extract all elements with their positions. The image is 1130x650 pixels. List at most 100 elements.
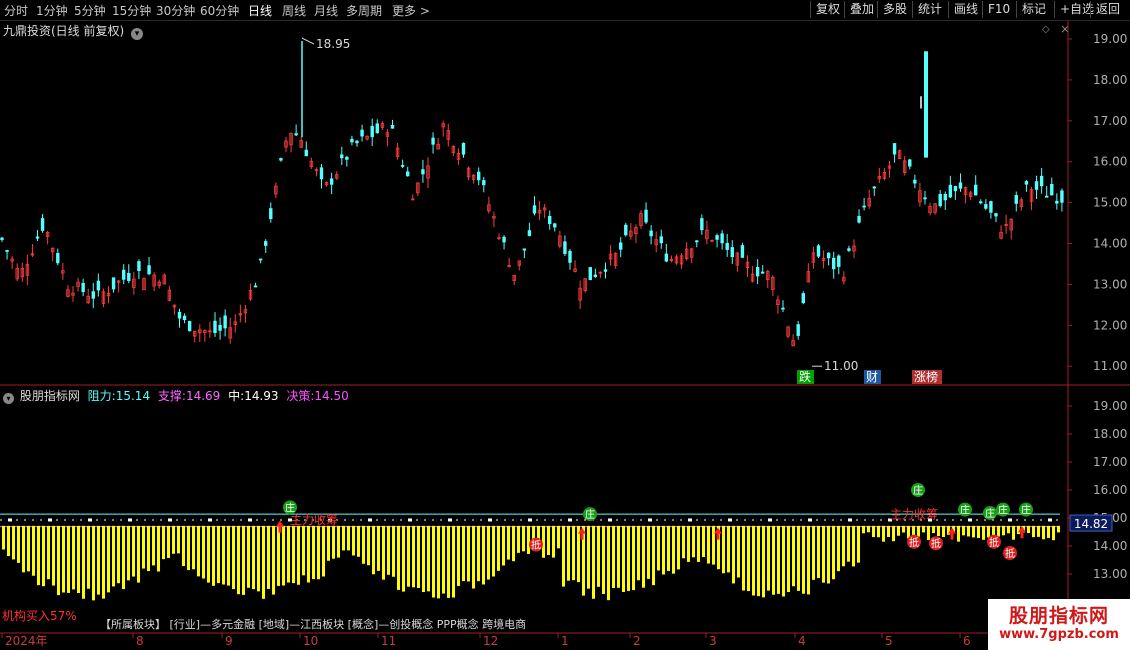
timeframe-0[interactable]: 分时 (4, 2, 28, 19)
candle-body (375, 123, 379, 134)
candle-body (294, 133, 298, 136)
candle-body (649, 230, 653, 237)
y-tick-label: 18.00 (1093, 73, 1127, 87)
mid-dot (88, 518, 92, 522)
timeframe-9[interactable]: 多周期 (346, 2, 382, 19)
candle-body (187, 321, 192, 332)
sector-info: 【所属板块】 [行业]—多元金融 [地域]—江西板块 [概念]—创投概念 PPP… (100, 618, 527, 631)
toolbar-button-4[interactable]: 画线 (948, 1, 983, 18)
indicator-bar (217, 525, 220, 584)
y-tick-label: 15.00 (1093, 196, 1127, 210)
indicator-bar (342, 525, 345, 551)
high-pointer (301, 37, 315, 45)
timeframe-7[interactable]: 周线 (282, 2, 306, 19)
candle-body (715, 235, 719, 240)
indicator-bar (362, 525, 365, 564)
toolbar-button-1[interactable]: 叠加 (844, 1, 879, 18)
mid-dot (688, 518, 692, 522)
candle-body (461, 142, 466, 155)
indicator-bar (282, 525, 285, 586)
zhuang-label: 庄 (998, 504, 1008, 517)
indicator-bar (22, 525, 25, 573)
mid-dot (208, 518, 212, 522)
candle-body (725, 242, 729, 250)
candle-body (994, 213, 998, 217)
indicator-bar (857, 525, 860, 563)
indicator-bar (682, 525, 685, 559)
mid-dot (1048, 518, 1052, 522)
candle-body (182, 315, 187, 320)
indicator-bar (597, 525, 600, 587)
dijin-label: 抵 (931, 537, 941, 550)
timeframe-2[interactable]: 5分钟 (74, 2, 106, 19)
timeframe-8[interactable]: 月线 (314, 2, 338, 19)
candle-body (122, 269, 126, 280)
indicator-bar (647, 525, 650, 579)
toolbar-button-0[interactable]: 复权 (810, 1, 845, 18)
indicator-bar (932, 525, 935, 534)
indicator-bar (637, 525, 640, 581)
indicator-bar (17, 525, 20, 563)
indicator-bar (222, 525, 225, 585)
candle-body (390, 125, 395, 129)
indicator-bar (122, 525, 125, 590)
indicator-bar (1057, 525, 1060, 533)
zhuang-label: 庄 (985, 507, 995, 520)
dijin-label: 抵 (909, 536, 919, 549)
indicator-bar (702, 525, 705, 558)
indicator-bar (452, 525, 455, 598)
indicator-bar (112, 525, 115, 587)
toolbar-button-6[interactable]: 标记 (1016, 1, 1051, 18)
toolbar-button-5[interactable]: F10 (982, 1, 1015, 18)
main-force-label: 主力收筹 (290, 513, 338, 527)
indicator-bar (117, 525, 120, 584)
y-tick-label: 13.00 (1093, 277, 1127, 291)
candle-body (761, 271, 765, 274)
indicator-bar (992, 525, 995, 537)
indicator-bar (212, 525, 215, 586)
indicator-bar (297, 525, 300, 585)
indicator-bar (1002, 525, 1005, 536)
indicator-bar (207, 525, 210, 583)
indicator-bar (77, 525, 80, 594)
candle-body (979, 201, 983, 204)
candle-body (984, 204, 988, 209)
candle-body (1039, 175, 1044, 187)
indicator-bar (1047, 525, 1050, 538)
indicator-bar (1052, 525, 1055, 541)
y-tick-label: 19.00 (1093, 32, 1127, 46)
candle-body (40, 218, 45, 231)
candle-body (411, 198, 415, 201)
timeframe-10[interactable]: 更多 > (392, 2, 430, 19)
candle-body (1055, 200, 1059, 204)
candle-body (527, 230, 532, 236)
indicator-bar (622, 525, 625, 592)
candle-body (644, 209, 648, 223)
toolbar-button-8[interactable]: 返回 (1090, 1, 1125, 18)
candle-body (279, 158, 283, 161)
candle-body (1050, 183, 1054, 196)
timeframe-5[interactable]: 60分钟 (200, 2, 239, 19)
x-tick-label: 11 (381, 634, 396, 648)
candle-body (953, 186, 958, 192)
timeframe-1[interactable]: 1分钟 (36, 2, 68, 19)
toolbar-button-2[interactable]: 多股 (877, 1, 912, 18)
indicator-bar (82, 525, 85, 599)
toolbar-button-3[interactable]: 统计 (912, 1, 947, 18)
indicator-bar (832, 525, 835, 580)
indicator-bar (512, 525, 515, 562)
timeframe-6[interactable]: 日线 (248, 2, 272, 19)
indicator-bar (667, 525, 670, 571)
kline-chart[interactable]: 19.00 18.00 17.00 16.00 15.00 14.00 13.00 12.00… (0, 21, 1130, 650)
candle-body (522, 248, 527, 251)
indicator-bar (762, 525, 765, 598)
zhuang-label: 庄 (913, 484, 923, 497)
indicator-bar (902, 525, 905, 533)
indicator-bar (87, 525, 90, 589)
candle-body (91, 291, 95, 299)
timeframe-4[interactable]: 30分钟 (156, 2, 195, 19)
indicator-bar (577, 525, 580, 583)
timeframe-3[interactable]: 15分钟 (112, 2, 151, 19)
y-tick-label: 14.00 (1093, 237, 1127, 251)
candle-body (816, 245, 821, 257)
